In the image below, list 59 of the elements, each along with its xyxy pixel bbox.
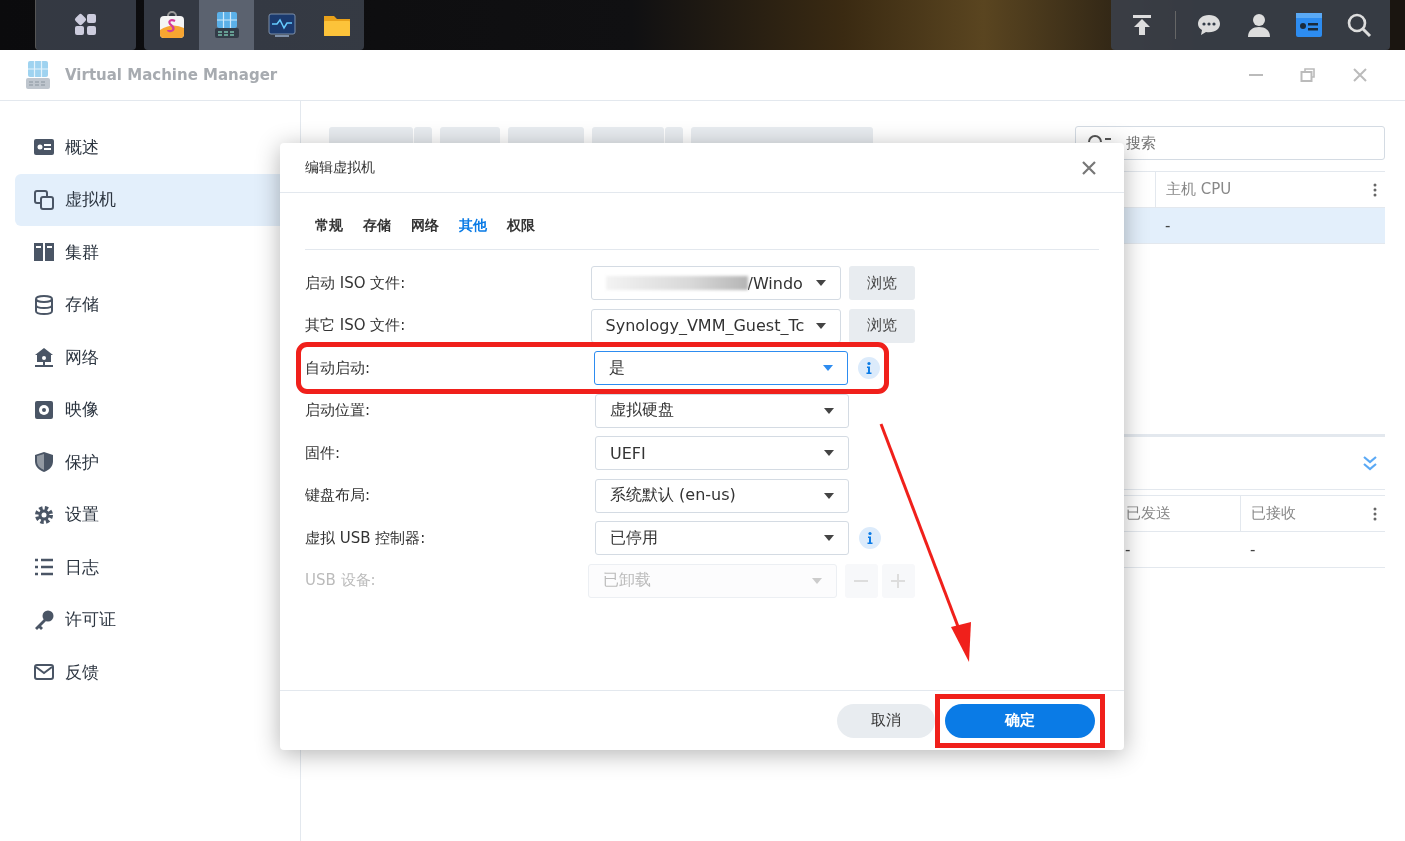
caret-icon	[824, 407, 834, 414]
caret-icon	[824, 450, 834, 456]
vm-icon	[33, 188, 55, 211]
table-cell-text: -	[1164, 215, 1172, 237]
dropdown[interactable]: Synology_VMM_Guest_Tc	[590, 308, 842, 343]
caret-icon	[816, 322, 827, 329]
field-label: 启动位置:	[305, 401, 372, 420]
caret-icon	[824, 492, 834, 499]
caret-icon	[816, 280, 827, 286]
network-icon	[33, 346, 55, 369]
dropdown[interactable]: 系统默认 (en-us)	[595, 478, 849, 513]
field-label: 键盘布局:	[305, 486, 372, 505]
search-field[interactable]: 搜索	[1075, 126, 1385, 160]
field-label: 自动启动:	[305, 358, 372, 378]
cluster-icon	[33, 241, 55, 264]
server-grid-icon[interactable]	[199, 0, 254, 50]
caret-icon	[823, 365, 834, 371]
dropdown[interactable]: /Windo	[590, 266, 842, 300]
caret-icon	[811, 577, 822, 584]
storage-icon	[33, 293, 55, 316]
cancel-button[interactable]: 取消	[837, 703, 935, 738]
field-label: 固件:	[305, 443, 342, 463]
column-header[interactable]: 已接收	[1240, 496, 1365, 531]
sidebar-item[interactable]: 反馈	[15, 646, 300, 699]
key-icon	[33, 608, 55, 631]
caret-icon	[824, 535, 834, 541]
dropdown[interactable]: UEFI	[595, 436, 849, 470]
sidebar-item[interactable]: 集群	[15, 226, 300, 279]
field-label: 虚拟 USB 控制器:	[305, 528, 427, 548]
dialog-title: 编辑虚拟机	[305, 158, 375, 177]
shield-icon	[33, 451, 55, 474]
table-cell-text: -	[1249, 539, 1257, 561]
window-title: Virtual Machine Manager	[65, 66, 278, 84]
field-label: USB 设备:	[305, 571, 377, 590]
table-cell-text: -	[1124, 539, 1132, 561]
sidebar-item[interactable]: 保护	[15, 436, 300, 489]
browse-button[interactable]: 浏览	[849, 308, 915, 343]
column-header[interactable]: 主机 CPU	[1155, 172, 1365, 207]
browse-button[interactable]: 浏览	[849, 266, 915, 300]
image-icon	[33, 398, 55, 421]
tab[interactable]: 常规	[305, 209, 353, 243]
sidebar-item[interactable]: 存储	[15, 278, 300, 331]
tab[interactable]: 存储	[353, 209, 401, 243]
sidebar-item[interactable]: 日志	[15, 541, 300, 594]
gear-icon	[33, 503, 55, 526]
info-icon[interactable]	[859, 527, 881, 549]
dropdown[interactable]: 是	[594, 351, 849, 385]
sidebar-item[interactable]: 许可证	[15, 593, 300, 646]
field-label: 其它 ISO 文件:	[305, 316, 407, 335]
field-label: 启动 ISO 文件:	[305, 273, 407, 293]
info-icon[interactable]	[858, 357, 880, 379]
tab[interactable]: 网络	[401, 209, 449, 243]
app-logo-icon	[23, 60, 53, 90]
tab[interactable]: 权限	[497, 209, 545, 243]
dropdown[interactable]: 已停用	[595, 521, 849, 555]
sidebar-item[interactable]: 网络	[15, 331, 300, 384]
tab[interactable]: 其他	[449, 209, 497, 243]
confirm-button[interactable]: 确定	[945, 703, 1095, 738]
dropdown[interactable]: 虚拟硬盘	[595, 393, 849, 428]
